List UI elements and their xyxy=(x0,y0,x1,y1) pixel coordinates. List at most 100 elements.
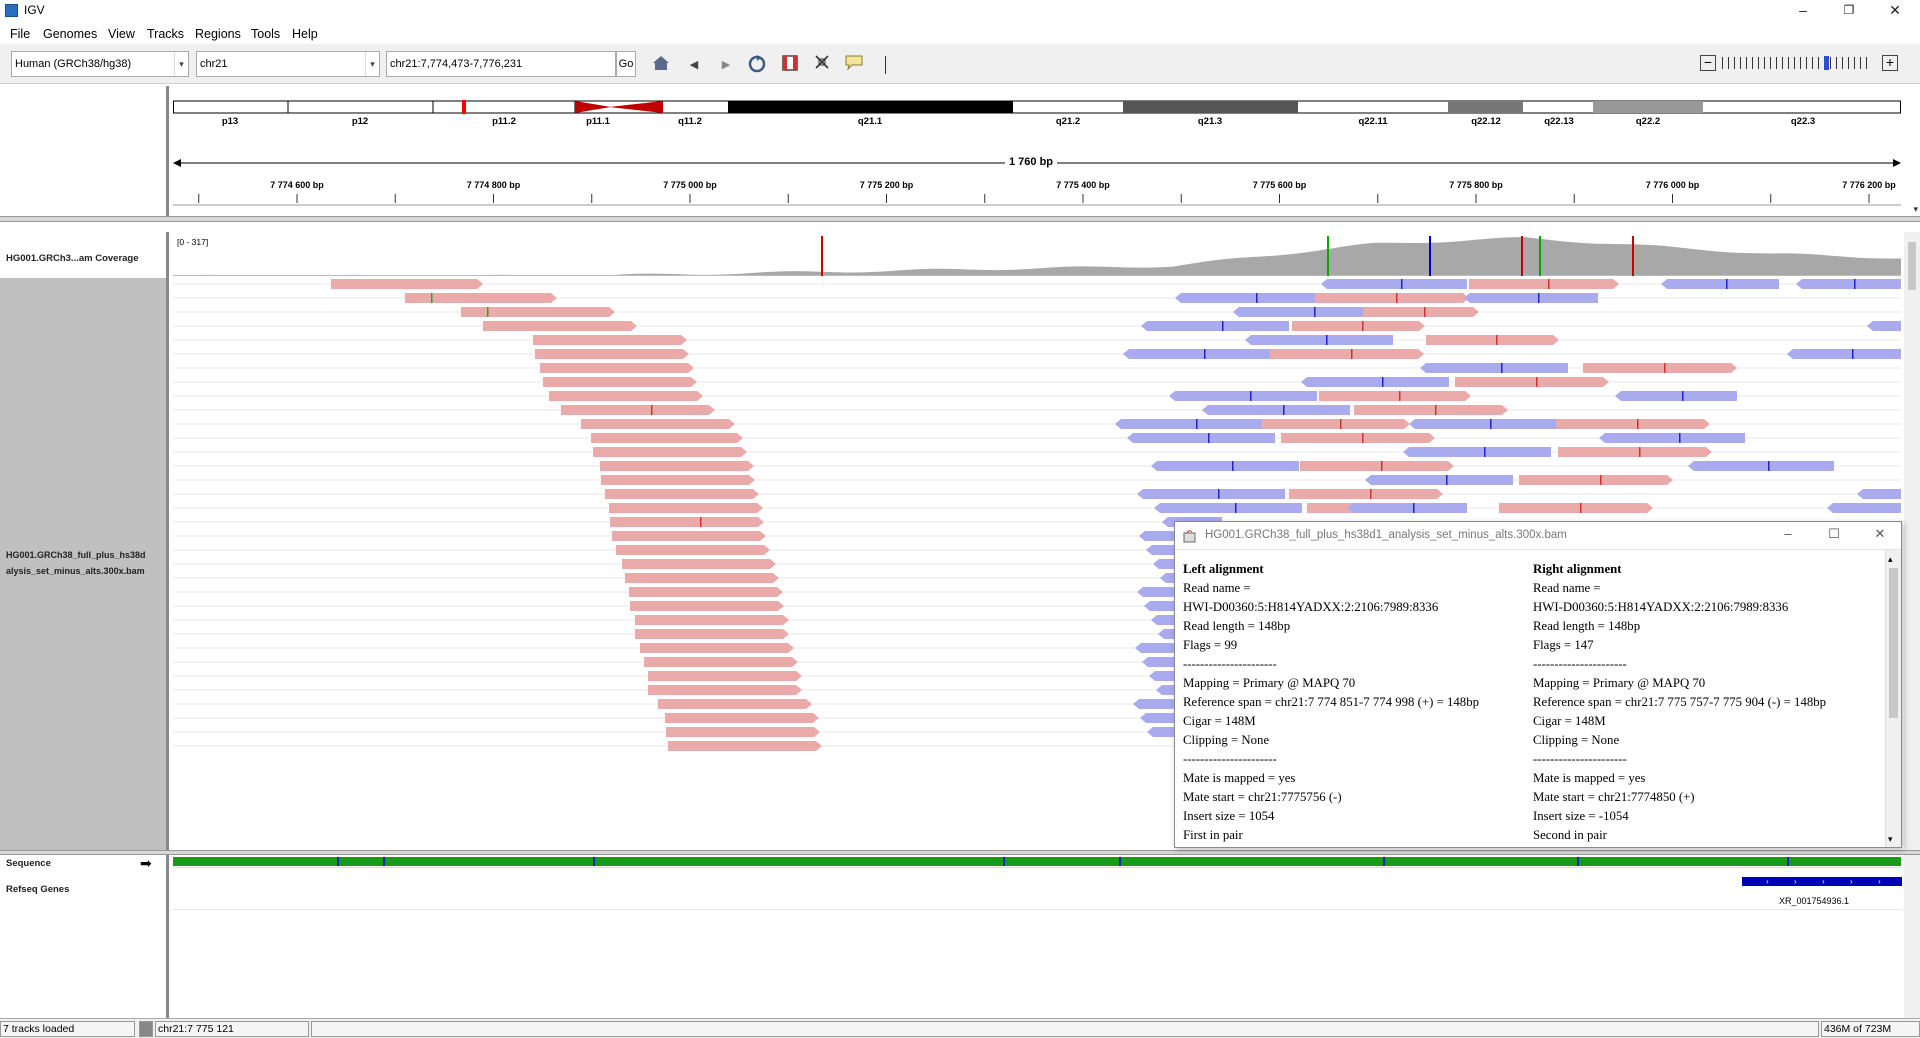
zoom-tick[interactable] xyxy=(1788,57,1789,69)
refseq-gene-feature[interactable]: › › › › › xyxy=(1742,877,1904,886)
forward-icon[interactable]: ▶ xyxy=(715,54,737,76)
scrollbar-thumb[interactable] xyxy=(1908,242,1916,290)
home-icon[interactable] xyxy=(650,54,672,76)
zoom-in-button[interactable]: + xyxy=(1882,55,1898,71)
popup-scrollbar-thumb[interactable] xyxy=(1889,568,1898,718)
memory-status[interactable]: 436M of 723M xyxy=(1821,1021,1920,1037)
popup-close-button[interactable]: ✕ xyxy=(1865,526,1895,546)
sequence-base xyxy=(1199,857,1201,866)
mismatch-mark xyxy=(1538,293,1540,303)
popup-minimize-button[interactable]: – xyxy=(1773,526,1803,546)
zoom-tick[interactable] xyxy=(1866,57,1867,69)
refresh-icon[interactable] xyxy=(746,54,768,76)
sequence-base xyxy=(1183,857,1185,866)
menu-tools[interactable]: Tools xyxy=(251,27,280,41)
zoom-tick[interactable] xyxy=(1728,57,1729,69)
sequence-track[interactable] xyxy=(173,857,1901,866)
zoom-slider-knob[interactable] xyxy=(1824,56,1829,70)
zoom-tick[interactable] xyxy=(1842,57,1843,69)
zoom-tick[interactable] xyxy=(1848,57,1849,69)
zoom-tick[interactable] xyxy=(1722,57,1723,69)
data-scrollbar[interactable] xyxy=(1904,232,1920,850)
sequence-base xyxy=(451,857,453,866)
zoom-out-button[interactable]: − xyxy=(1700,55,1716,71)
zoom-tick[interactable] xyxy=(1818,57,1819,69)
sequence-base xyxy=(1549,857,1551,866)
scroll-up-icon[interactable]: ▴ xyxy=(1888,554,1893,565)
feature-data-panel[interactable]: › › › › › XR_001754936.1 xyxy=(169,855,1904,1018)
sequence-base xyxy=(677,857,679,866)
panel-separator[interactable] xyxy=(0,216,1920,222)
sequence-base xyxy=(1187,857,1189,866)
chromosome-selector[interactable]: chr21 ▾ xyxy=(196,51,380,77)
menu-regions[interactable]: Regions xyxy=(195,27,241,41)
zoom-tick[interactable] xyxy=(1746,57,1747,69)
zoom-tick[interactable] xyxy=(1806,57,1807,69)
sequence-base xyxy=(1505,857,1507,866)
zoom-tick[interactable] xyxy=(1800,57,1801,69)
sequence-base xyxy=(1135,857,1137,866)
zoom-tick[interactable] xyxy=(1794,57,1795,69)
zoom-tick[interactable] xyxy=(1752,57,1753,69)
zoom-tick[interactable] xyxy=(1770,57,1771,69)
coverage-name-cell[interactable]: HG001.GRCh3...am Coverage xyxy=(0,232,166,278)
sequence-track-name[interactable]: Sequence xyxy=(6,858,51,869)
header-data-panel[interactable]: p13 p12 p11.2 p11.1 q11.2 q21.1 q21.2 q21.3 q22.… xyxy=(169,86,1920,216)
popup-maximize-button[interactable]: ☐ xyxy=(1819,526,1849,546)
sequence-base xyxy=(463,857,465,866)
menu-help[interactable]: Help xyxy=(292,27,318,41)
popup-scrollbar[interactable]: ▴ ▾ xyxy=(1885,550,1901,847)
sequence-base xyxy=(1477,857,1479,866)
coverage-track[interactable] xyxy=(173,234,1901,276)
sequence-base xyxy=(691,857,693,866)
alignment-name-cell[interactable]: HG001.GRCh38_full_plus_hs38d alysis_set_… xyxy=(0,278,166,850)
zoom-tick[interactable] xyxy=(1836,57,1837,69)
roi-icon[interactable] xyxy=(779,54,801,76)
scroll-down-icon[interactable]: ▾ xyxy=(1888,834,1893,845)
sequence-base xyxy=(805,857,807,866)
zoom-slider[interactable] xyxy=(1722,56,1874,70)
sequence-base xyxy=(1723,857,1725,866)
refseq-track-name[interactable]: Refseq Genes xyxy=(6,884,69,895)
sequence-base xyxy=(1735,857,1737,866)
locus-input[interactable]: chr21:7,774,473-7,776,231 xyxy=(386,51,616,77)
resize-icon[interactable] xyxy=(811,54,833,76)
left-alignment-line: ---------------------- xyxy=(1183,752,1277,766)
menu-genomes[interactable]: Genomes xyxy=(43,27,97,41)
sequence-base xyxy=(507,857,509,866)
minimize-button[interactable]: – xyxy=(1780,0,1826,22)
close-button[interactable]: ✕ xyxy=(1872,0,1918,22)
genome-selector[interactable]: Human (GRCh38/hg38) ▾ xyxy=(11,51,189,77)
popup-title-bar[interactable]: HG001.GRCh38_full_plus_hs38d1_analysis_s… xyxy=(1175,522,1901,550)
zoom-tick[interactable] xyxy=(1830,57,1831,69)
zoom-tick[interactable] xyxy=(1734,57,1735,69)
zoom-tick[interactable] xyxy=(1854,57,1855,69)
zoom-tick[interactable] xyxy=(1776,57,1777,69)
menu-file[interactable]: File xyxy=(10,27,30,41)
zoom-tick[interactable] xyxy=(1812,57,1813,69)
zoom-tick[interactable] xyxy=(1782,57,1783,69)
sequence-base xyxy=(1425,857,1427,866)
scroll-down-icon[interactable]: ▾ xyxy=(1913,204,1918,215)
sequence-base xyxy=(1727,857,1729,866)
zoom-tick[interactable] xyxy=(1758,57,1759,69)
menu-view[interactable]: View xyxy=(108,27,135,41)
sequence-base xyxy=(619,857,621,866)
maximize-button[interactable]: ❐ xyxy=(1826,0,1872,22)
strand-arrow-icon[interactable]: ➡ xyxy=(140,855,152,872)
zoom-tick[interactable] xyxy=(1860,57,1861,69)
back-icon[interactable]: ◀ xyxy=(683,54,705,76)
go-button[interactable]: Go xyxy=(616,51,636,77)
right-alignment-line: Second in pair xyxy=(1533,828,1607,842)
menu-tracks[interactable]: Tracks xyxy=(147,27,184,41)
sequence-base xyxy=(971,857,973,866)
feature-scrollbar[interactable] xyxy=(1904,855,1920,1018)
forward-read xyxy=(648,685,802,695)
sequence-base xyxy=(1773,857,1775,866)
sequence-base xyxy=(1873,857,1875,866)
zoom-tick[interactable] xyxy=(1764,57,1765,69)
sequence-base xyxy=(841,857,843,866)
popup-text-icon[interactable] xyxy=(843,54,865,76)
zoom-tick[interactable] xyxy=(1740,57,1741,69)
mismatch-mark xyxy=(1501,363,1503,373)
